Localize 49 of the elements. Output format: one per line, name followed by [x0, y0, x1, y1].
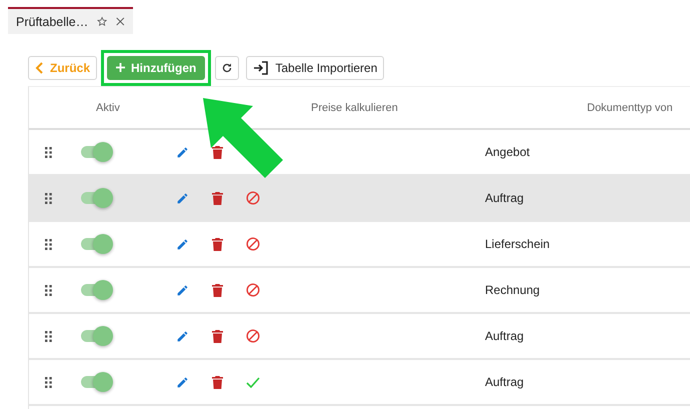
check-icon — [246, 376, 260, 388]
plus-icon — [116, 63, 126, 72]
active-toggle[interactable] — [81, 142, 111, 162]
column-header: Dokumenttyp von — [587, 102, 673, 114]
delete-icon[interactable] — [212, 238, 223, 250]
edit-icon[interactable] — [176, 238, 189, 250]
drag-handle-icon[interactable] — [44, 330, 52, 342]
refresh-icon — [221, 62, 234, 74]
import-button[interactable]: Tabelle Importieren — [246, 56, 384, 80]
delete-icon[interactable] — [212, 330, 223, 342]
tab-title: Prüftabelle… — [16, 14, 88, 28]
drag-handle-icon[interactable] — [44, 376, 52, 388]
active-toggle[interactable] — [81, 188, 111, 208]
edit-icon[interactable] — [176, 146, 189, 158]
delete-icon[interactable] — [212, 284, 223, 296]
blocked-icon — [246, 237, 260, 251]
edit-icon[interactable] — [176, 192, 189, 204]
star-icon[interactable] — [97, 15, 108, 28]
column-header: Aktiv — [96, 102, 120, 114]
active-toggle[interactable] — [81, 280, 111, 300]
delete-icon[interactable] — [212, 146, 223, 158]
blocked-icon — [246, 329, 260, 343]
blocked-icon — [246, 191, 260, 205]
edit-icon[interactable] — [176, 330, 189, 342]
refresh-button[interactable] — [215, 56, 240, 80]
edit-icon[interactable] — [176, 376, 189, 388]
table-cell: Lieferschein — [485, 237, 550, 251]
delete-icon[interactable] — [212, 192, 223, 204]
column-header: Preise kalkulieren — [311, 102, 398, 114]
active-toggle[interactable] — [81, 326, 111, 346]
document-tab[interactable]: Prüftabelle… — [8, 7, 133, 34]
edit-icon[interactable] — [176, 284, 189, 296]
table-cell: Rechnung — [485, 283, 540, 297]
drag-handle-icon[interactable] — [44, 146, 52, 158]
close-icon[interactable] — [116, 16, 125, 27]
table-cell: Auftrag — [485, 375, 524, 389]
active-toggle[interactable] — [81, 234, 111, 254]
blocked-icon — [246, 283, 260, 297]
drag-handle-icon[interactable] — [44, 284, 52, 296]
import-icon — [253, 60, 270, 74]
chevron-left-icon — [35, 62, 44, 74]
active-toggle[interactable] — [81, 372, 111, 392]
delete-icon[interactable] — [212, 376, 223, 388]
table-row[interactable]: Auftrag — [29, 176, 690, 222]
drag-handle-icon[interactable] — [44, 192, 52, 204]
drag-handle-icon[interactable] — [44, 238, 52, 250]
table-cell: Angebot — [485, 145, 530, 159]
table-cell: Auftrag — [485, 329, 524, 343]
table-cell: Auftrag — [485, 191, 524, 205]
